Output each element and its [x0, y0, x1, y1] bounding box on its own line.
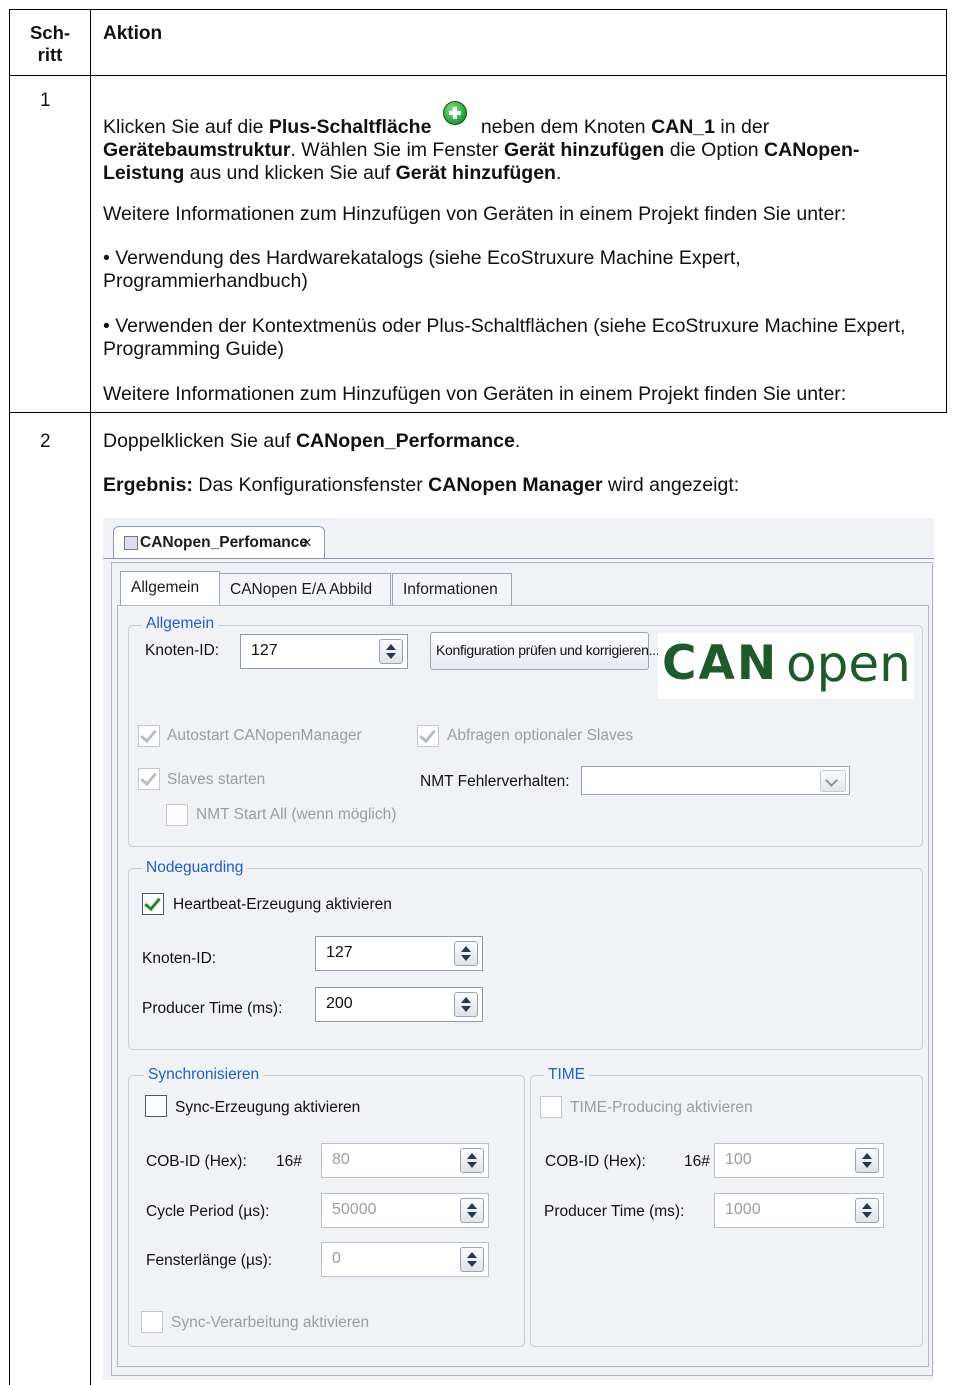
header-divider: [9, 75, 947, 76]
node-id-spinner[interactable]: 127: [240, 634, 408, 669]
group-time-title: TIME: [544, 1066, 590, 1084]
producer-time-spinner[interactable]: 200: [315, 987, 483, 1022]
spinner-arrows-icon[interactable]: [454, 992, 478, 1017]
sync-enable-checkbox[interactable]: [145, 1095, 167, 1117]
time-enable-checkbox[interactable]: [540, 1096, 562, 1118]
autostart-label: Autostart CANopenManager: [167, 727, 362, 744]
spinner-arrows-icon[interactable]: [379, 639, 403, 664]
group-sync-title: Synchronisieren: [144, 1066, 264, 1084]
optional-slaves-label: Abfragen optionaler Slaves: [447, 727, 634, 744]
start-slaves-label: Slaves starten: [167, 771, 266, 788]
tab-canopen-io[interactable]: CANopen E/A Abbild: [219, 573, 391, 606]
chevron-down-icon[interactable]: [820, 770, 846, 792]
column-divider: [90, 9, 91, 1385]
heartbeat-label: Heartbeat-Erzeugung aktivieren: [173, 896, 392, 913]
nmt-error-label: NMT Fehlerverhalten:: [420, 773, 570, 790]
group-allgemein-title: Allgemein: [142, 615, 219, 633]
nmt-error-select[interactable]: [581, 766, 850, 795]
row1-bullet-1: • Verwendung des Hardwarekatalogs (siehe…: [103, 247, 741, 292]
row2-paragraph-2: Ergebnis: Das Konfigurationsfenster CANo…: [103, 474, 740, 496]
spinner-arrows-icon[interactable]: [855, 1198, 879, 1223]
sync-hex-prefix: 16#: [276, 1153, 302, 1170]
time-enable-label: TIME-Producing aktivieren: [570, 1099, 753, 1116]
close-icon[interactable]: ×: [302, 533, 312, 553]
table-right-border: [946, 9, 947, 413]
header-step: Sch- ritt: [29, 22, 71, 65]
spinner-arrows-icon[interactable]: [454, 941, 478, 966]
row1-paragraph-2: Weitere Informationen zum Hinzufügen von…: [103, 203, 847, 225]
row1-paragraph-1: Klicken Sie auf die Plus-Schaltfläche ne…: [103, 101, 923, 185]
editor-tab-label: CANopen_Perfomance: [140, 534, 308, 551]
step-number-2: 2: [40, 431, 51, 452]
table-top-border: [9, 9, 947, 10]
spinner-arrows-icon[interactable]: [460, 1198, 484, 1223]
producer-time-label: Producer Time (ms):: [142, 1000, 283, 1017]
nmt-start-all-checkbox[interactable]: [166, 804, 188, 826]
row1-paragraph-5: Weitere Informationen zum Hinzufügen von…: [103, 383, 847, 405]
cycle-period-spinner[interactable]: 50000: [321, 1193, 489, 1228]
time-producer-label: Producer Time (ms):: [544, 1203, 685, 1220]
nmt-start-all-label: NMT Start All (wenn möglich): [196, 806, 397, 823]
row1-bullet-2: • Verwenden der Kontextmenüs oder Plus-S…: [103, 315, 906, 360]
tab-allgemein[interactable]: Allgemein: [120, 571, 220, 606]
autostart-checkbox[interactable]: [138, 725, 160, 747]
sync-cob-label: COB-ID (Hex):: [146, 1153, 247, 1170]
window-length-label: Fensterlänge (µs):: [146, 1252, 273, 1269]
window-length-spinner[interactable]: 0: [321, 1242, 489, 1277]
spinner-arrows-icon[interactable]: [460, 1148, 484, 1173]
spinner-arrows-icon[interactable]: [855, 1148, 879, 1173]
row2-paragraph-1: Doppelklicken Sie auf CANopen_Performanc…: [103, 430, 521, 452]
sync-enable-label: Sync-Erzeugung aktivieren: [175, 1099, 361, 1116]
document: Sch- ritt Aktion 1 Klicken Sie auf die P…: [0, 0, 956, 1385]
ng-node-id-label: Knoten-ID:: [142, 950, 217, 967]
step-number-1: 1: [40, 90, 51, 111]
tab-informationen[interactable]: Informationen: [392, 573, 512, 606]
sync-cob-spinner[interactable]: 80: [321, 1143, 489, 1178]
spinner-arrows-icon[interactable]: [460, 1247, 484, 1272]
canopen-logo: CAN open: [658, 633, 914, 699]
time-cob-spinner[interactable]: 100: [714, 1143, 884, 1178]
check-configuration-button[interactable]: Konfiguration prüfen und korrigieren...: [430, 632, 660, 670]
start-slaves-checkbox[interactable]: [138, 768, 160, 790]
table-left-border: [9, 9, 10, 1385]
editor-tab[interactable]: CANopen_Perfomance ×: [113, 526, 325, 559]
node-id-label: Knoten-ID:: [145, 642, 220, 659]
sync-process-checkbox[interactable]: [141, 1311, 163, 1333]
row-divider: [9, 412, 947, 413]
plus-button-icon: [431, 101, 475, 137]
group-nodeguarding-title: Nodeguarding: [142, 859, 248, 877]
optional-slaves-checkbox[interactable]: [417, 725, 439, 747]
time-cob-label: COB-ID (Hex):: [545, 1153, 646, 1170]
time-producer-spinner[interactable]: 1000: [714, 1193, 884, 1228]
time-hex-prefix: 16#: [684, 1153, 710, 1170]
device-icon: [124, 536, 138, 550]
header-action: Aktion: [103, 23, 163, 44]
cycle-period-label: Cycle Period (µs):: [146, 1203, 270, 1220]
sync-process-label: Sync-Verarbeitung aktivieren: [171, 1314, 370, 1331]
ng-node-id-spinner[interactable]: 127: [315, 936, 483, 971]
heartbeat-checkbox[interactable]: [142, 893, 164, 915]
